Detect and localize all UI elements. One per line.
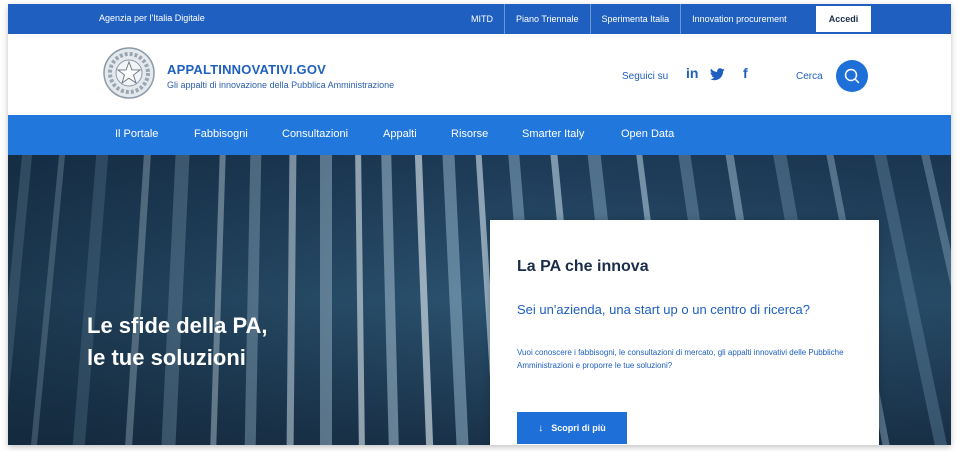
emblem-icon[interactable]: [102, 46, 156, 100]
nav-item-smarter-italy[interactable]: Smarter Italy: [522, 128, 584, 140]
search-button[interactable]: [836, 60, 868, 92]
search-icon: [844, 68, 860, 84]
nav-item-risorse[interactable]: Risorse: [451, 128, 488, 140]
discover-more-button[interactable]: ↓ Scopri di più: [517, 412, 627, 444]
site-title[interactable]: APPALTINNOVATIVI.GOV: [167, 62, 326, 77]
service-link-piano-triennale[interactable]: Piano Triennale: [504, 4, 590, 34]
main-nav: Il Portale Fabbisogni Consultazioni Appa…: [8, 115, 951, 155]
facebook-icon[interactable]: f: [743, 65, 748, 81]
intro-card: La PA che innova Sei un'azienda, una sta…: [490, 220, 879, 445]
browser-page: Agenzia per l'Italia Digitale MITD Piano…: [8, 4, 951, 445]
nav-item-fabbisogni[interactable]: Fabbisogni: [194, 128, 248, 140]
hero-title-line-1: Le sfide della PA,: [87, 313, 268, 338]
card-question: Sei un'azienda, una start up o un centro…: [517, 302, 810, 317]
service-link-sperimenta-italia[interactable]: Sperimenta Italia: [589, 4, 681, 34]
social-label: Seguici su: [622, 71, 669, 82]
login-button[interactable]: Accedi: [816, 6, 871, 32]
nav-item-consultazioni[interactable]: Consultazioni: [282, 128, 348, 140]
agency-link[interactable]: Agenzia per l'Italia Digitale: [99, 13, 205, 23]
service-nav: MITD Piano Triennale Sperimenta Italia I…: [460, 4, 798, 34]
discover-more-label: Scopri di più: [551, 423, 606, 433]
card-description: Vuoi conoscere i fabbisogni, le consulta…: [517, 348, 844, 370]
card-title: La PA che innova: [517, 258, 649, 275]
hero-title-line-2: le tue soluzioni: [87, 345, 246, 370]
search-label: Cerca: [796, 71, 823, 82]
nav-item-open-data[interactable]: Open Data: [621, 128, 674, 140]
arrow-down-icon: ↓: [538, 423, 544, 434]
nav-item-appalti[interactable]: Appalti: [383, 128, 417, 140]
service-bar: Agenzia per l'Italia Digitale MITD Piano…: [8, 4, 951, 34]
hero-title: Le sfide della PA, le tue soluzioni: [87, 310, 268, 374]
service-link-innovation-procurement[interactable]: Innovation procurement: [680, 4, 798, 34]
site-subtitle: Gli appalti di innovazione della Pubblic…: [167, 80, 395, 90]
site-header: APPALTINNOVATIVI.GOV Gli appalti di inno…: [8, 34, 951, 115]
service-link-mitd[interactable]: MITD: [460, 4, 504, 34]
linkedin-icon[interactable]: in: [686, 65, 698, 81]
twitter-icon[interactable]: [710, 68, 725, 81]
nav-item-il-portale[interactable]: Il Portale: [115, 128, 158, 140]
